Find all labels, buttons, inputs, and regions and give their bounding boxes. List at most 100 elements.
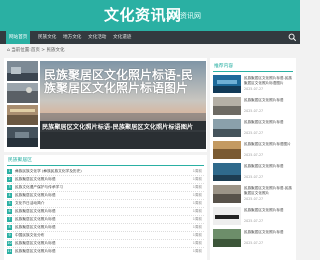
- list-item[interactable]: 11 民族聚居区文化照片标语 1周前: [7, 248, 204, 256]
- sidebar-item-date: 2025-07-27: [244, 87, 264, 91]
- hero-title: 民族聚居区文化照片标语-民族聚居区文化照片标语图片: [44, 68, 193, 95]
- list-item[interactable]: 9 中国民族文化分布 1周前: [7, 232, 204, 240]
- search-icon[interactable]: [288, 33, 297, 42]
- thumbnail-1[interactable]: [7, 61, 38, 81]
- list-item-date: 1周前: [192, 241, 202, 245]
- nav-item-home[interactable]: 网站首页: [6, 31, 31, 44]
- rank-badge: 1: [7, 169, 12, 174]
- list-item-date: 1周前: [192, 249, 202, 253]
- sidebar-item[interactable]: 民族聚居区文化照片标语 2025-07-27: [213, 229, 293, 251]
- rank-badge: 3: [7, 185, 12, 190]
- list-item-date: 1周前: [192, 169, 202, 173]
- sidebar-item[interactable]: 民族聚居区文化照片标语-民族聚居区文化照片标语图片 2025-07-27: [213, 75, 293, 97]
- list-item-date: 1周前: [192, 233, 202, 237]
- list-item-title[interactable]: 民族聚居区文化照片标语: [15, 192, 175, 199]
- list-item-title[interactable]: 民族文化遗产保护与传承学习: [15, 184, 175, 191]
- sidebar-item[interactable]: 民族聚居区文化照片标语 2025-07-27: [213, 119, 293, 141]
- sidebar-item[interactable]: 民族聚居区文化照片标语图片 2025-07-27: [213, 141, 293, 163]
- rank-badge: 5: [7, 201, 12, 206]
- list-item-title[interactable]: 民族聚居区文化照片标语: [15, 240, 175, 247]
- list-item[interactable]: 6 民族聚居区文化照片标语 1周前: [7, 208, 204, 216]
- rank-badge: 6: [7, 209, 12, 214]
- list-item-title[interactable]: 中国民族文化分布: [15, 232, 175, 239]
- list-item-date: 1周前: [192, 185, 202, 189]
- list-item-date: 1周前: [192, 217, 202, 221]
- sidebar-item-title[interactable]: 民族聚居区文化照片标语: [244, 98, 293, 108]
- sidebar-item-title[interactable]: 民族聚居区文化照片标语图片: [244, 142, 293, 152]
- list-item-title[interactable]: 文化节日活动简介: [15, 200, 175, 207]
- sidebar-item-date: 2025-07-27: [244, 197, 264, 201]
- rank-badge: 10: [7, 241, 12, 246]
- hero-image[interactable]: 民族聚居区文化照片标语-民族聚居区文化照片标语图片 民族聚居区文化照片标语-民族…: [40, 61, 206, 149]
- list-item-title[interactable]: 民族聚居区文化照片标语: [15, 224, 175, 231]
- sidebar-item-date: 2025-07-27: [244, 153, 264, 157]
- list-item[interactable]: 1 彝族民族文化学 (彝族民族文化学及历史) 1周前: [7, 168, 204, 176]
- list-item-title[interactable]: 民族聚居区文化照片标语: [15, 216, 175, 223]
- rank-badge: 9: [7, 233, 12, 238]
- list-item[interactable]: 3 民族文化遗产保护与传承学习 1周前: [7, 184, 204, 192]
- list-item[interactable]: 5 文化节日活动简介 1周前: [7, 200, 204, 208]
- list-item[interactable]: 4 民族聚居区文化照片标语 1周前: [7, 192, 204, 200]
- breadcrumb-text[interactable]: 当前位置:首页 > 民族文化: [11, 48, 64, 53]
- list-item-date: 1周前: [192, 177, 202, 181]
- hero-caption: 民族聚居区文化照片标语-民族聚居区文化照片标语图片: [42, 124, 194, 131]
- thumbnail-3[interactable]: [7, 105, 38, 125]
- list-item-date: 1周前: [192, 193, 202, 197]
- site-subtitle: 文化资讯网: [166, 12, 201, 20]
- sidebar-thumb[interactable]: [213, 119, 241, 137]
- sidebar-item-title[interactable]: 民族聚居区文化照片标语: [244, 120, 293, 130]
- sidebar-item-date: 2025-07-27: [244, 175, 264, 179]
- sidebar-thumb[interactable]: [213, 141, 241, 159]
- article-list: 民族聚居区 1 彝族民族文化学 (彝族民族文化学及历史) 1周前 2 民族聚居区文化照…: [4, 155, 207, 260]
- nav-item-minzu[interactable]: 民族文化: [35, 31, 59, 44]
- rank-badge: 11: [7, 249, 12, 254]
- list-item[interactable]: 10 民族聚居区文化照片标语 1周前: [7, 240, 204, 248]
- thumbnail-2[interactable]: [7, 83, 38, 103]
- breadcrumb: ⌂ 当前位置:首页 > 民族文化: [7, 48, 64, 54]
- rank-badge: 2: [7, 177, 12, 182]
- list-item-date: 1周前: [192, 201, 202, 205]
- sidebar-item-date: 2025-07-27: [244, 109, 264, 113]
- list-item-title[interactable]: 民族聚居区文化照片标语: [15, 248, 175, 255]
- list-item-title[interactable]: 民族聚居区文化照片标语: [15, 208, 175, 215]
- sidebar-item-title[interactable]: 民族聚居区文化照片标语: [244, 208, 293, 218]
- sidebar-thumb[interactable]: [213, 163, 241, 181]
- sidebar-thumb[interactable]: [213, 97, 241, 115]
- sidebar-item[interactable]: 民族聚居区文化照片标语-民族聚居区文化照片 2025-07-27: [213, 185, 293, 207]
- rank-badge: 7: [7, 217, 12, 222]
- sidebar-item-title[interactable]: 民族聚居区文化照片标语: [244, 164, 293, 174]
- sidebar-item-date: 2025-07-27: [244, 131, 264, 135]
- nav-item-yiji[interactable]: 文化遗迹: [110, 31, 134, 44]
- sidebar-item-date: 2025-07-27: [244, 219, 264, 223]
- sidebar-item-date: 2025-07-27: [244, 241, 264, 245]
- list-item[interactable]: 2 民族聚居区文化照片标语 1周前: [7, 176, 204, 184]
- sidebar-thumb[interactable]: [213, 207, 241, 225]
- sidebar-item-title[interactable]: 民族聚居区文化照片标语-民族聚居区文化照片标语图片: [244, 76, 293, 86]
- sidebar-item-title[interactable]: 民族聚居区文化照片标语-民族聚居区文化照片: [244, 186, 293, 196]
- site-header: 文化资讯网 文化资讯网: [0, 0, 300, 31]
- sidebar-item[interactable]: 民族聚居区文化照片标语 2025-07-27: [213, 97, 293, 119]
- sidebar-thumb[interactable]: [213, 185, 241, 203]
- rank-badge: 4: [7, 193, 12, 198]
- main-nav: 网站首页 民族文化 地方文化 文化活动 文化遗迹: [0, 31, 300, 44]
- rank-badge: 8: [7, 225, 12, 230]
- nav-item-difang[interactable]: 地方文化: [60, 31, 84, 44]
- sidebar-item-title[interactable]: 民族聚居区文化照片标语: [244, 230, 293, 240]
- sidebar-title: 推荐内容: [214, 64, 234, 69]
- list-item-date: 1周前: [192, 225, 202, 229]
- list-item-title[interactable]: 彝族民族文化学 (彝族民族文化学及历史): [15, 168, 175, 175]
- sidebar-thumb[interactable]: [213, 75, 241, 93]
- sidebar-item[interactable]: 民族聚居区文化照片标语 2025-07-27: [213, 163, 293, 185]
- sidebar-item[interactable]: 民族聚居区文化照片标语 2025-07-27: [213, 207, 293, 229]
- list-item[interactable]: 7 民族聚居区文化照片标语 1周前: [7, 216, 204, 224]
- sidebar: 推荐内容 民族聚居区文化照片标语-民族聚居区文化照片标语图片 2025-07-2…: [210, 58, 296, 260]
- list-title: 民族聚居区: [8, 158, 32, 163]
- nav-item-huodong[interactable]: 文化活动: [85, 31, 109, 44]
- featured-panel: 民族聚居区文化照片标语-民族聚居区文化照片标语图片 民族聚居区文化照片标语-民族…: [4, 58, 207, 152]
- list-item[interactable]: 8 民族聚居区文化照片标语 1周前: [7, 224, 204, 232]
- list-item-date: 1周前: [192, 209, 202, 213]
- thumbnail-4[interactable]: [7, 127, 38, 147]
- list-item-title[interactable]: 民族聚居区文化照片标语: [15, 176, 175, 183]
- sidebar-thumb[interactable]: [213, 229, 241, 247]
- divider: [213, 71, 293, 72]
